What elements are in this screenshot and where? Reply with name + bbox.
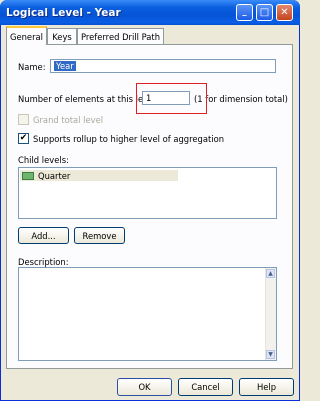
- tab-preferred-drill-path[interactable]: Preferred Drill Path: [77, 28, 164, 44]
- close-button[interactable]: ✕: [276, 4, 293, 21]
- child-levels-label: Child levels:: [18, 155, 69, 165]
- tab-keys[interactable]: Keys: [47, 28, 77, 44]
- help-button-label: Help: [256, 382, 277, 392]
- minimize-button[interactable]: _: [236, 4, 253, 21]
- elements-note: (1 for dimension total): [194, 94, 288, 104]
- tab-general[interactable]: General: [6, 26, 47, 45]
- grand-total-checkbox[interactable]: [18, 114, 29, 125]
- description-scrollbar[interactable]: [265, 268, 276, 360]
- grand-total-label: Grand total level: [33, 115, 104, 125]
- name-input[interactable]: Year: [50, 59, 276, 73]
- maximize-icon: □: [259, 7, 270, 18]
- window-title: Logical Level - Year: [6, 7, 121, 19]
- tab-general-label: General: [9, 31, 43, 42]
- scroll-up-arrow-icon[interactable]: ▲: [266, 269, 275, 278]
- remove-button[interactable]: Remove: [74, 227, 125, 244]
- tab-preferred-drill-path-label: Preferred Drill Path: [80, 31, 161, 42]
- highlight-annotation: [136, 83, 207, 114]
- minimize-icon: _: [242, 5, 247, 16]
- rollup-checkbox[interactable]: ✔: [18, 133, 29, 144]
- remove-button-label: Remove: [82, 230, 117, 241]
- name-input-value: Year: [54, 61, 76, 71]
- cancel-button[interactable]: Cancel: [178, 378, 233, 396]
- maximize-button[interactable]: □: [256, 4, 273, 21]
- cancel-button-label: Cancel: [191, 382, 220, 392]
- add-button-label: Add...: [31, 230, 56, 241]
- add-button[interactable]: Add...: [18, 227, 69, 244]
- description-textarea[interactable]: [18, 267, 277, 361]
- checkmark-icon: ✔: [19, 133, 28, 143]
- ok-button-label: OK: [138, 382, 151, 392]
- close-icon: ✕: [280, 7, 289, 18]
- rollup-label: Supports rollup to higher level of aggre…: [33, 134, 225, 144]
- tab-keys-label: Keys: [52, 31, 72, 42]
- list-item[interactable]: Quarter: [20, 170, 178, 181]
- level-icon: [22, 171, 34, 180]
- description-label: Description:: [18, 257, 69, 267]
- child-level-label: Quarter: [38, 170, 71, 181]
- ok-button[interactable]: OK: [117, 378, 172, 396]
- scroll-down-arrow-icon[interactable]: ▼: [266, 350, 275, 359]
- help-button[interactable]: Help: [239, 378, 294, 396]
- name-label: Name:: [18, 62, 46, 72]
